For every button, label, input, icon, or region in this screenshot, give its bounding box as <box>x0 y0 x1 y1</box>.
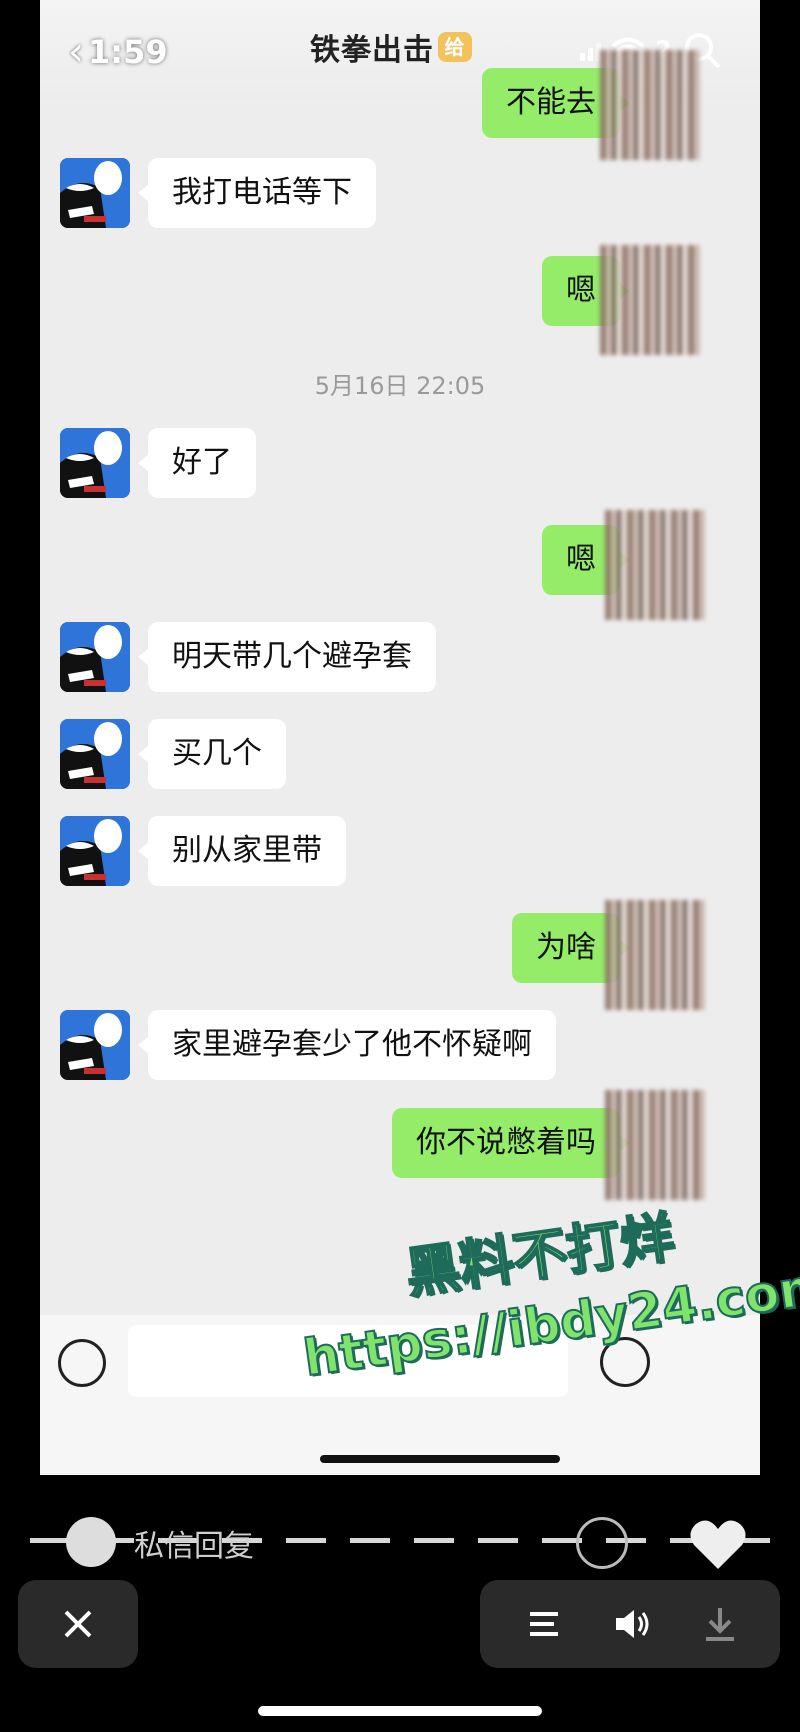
incoming-bubble[interactable]: 家里避孕套少了他不怀疑啊 <box>138 1010 556 1080</box>
cartoon-avatar-icon <box>60 816 130 886</box>
message-row-in: 好了 <box>40 428 760 498</box>
close-icon <box>64 1610 92 1638</box>
contact-avatar[interactable] <box>60 816 130 886</box>
voice-input-icon[interactable] <box>58 1339 106 1387</box>
message-list: 不能去 我打电话等下 嗯 5月16日 22:05 好了 嗯 明天带几个避孕套 买… <box>40 0 760 1315</box>
contact-avatar[interactable] <box>60 719 130 789</box>
message-row-in: 买几个 <box>40 719 760 789</box>
incoming-bubble[interactable]: 别从家里带 <box>138 816 346 886</box>
reply-input[interactable]: 私信回复 <box>134 1521 254 1565</box>
volume-icon[interactable] <box>612 1604 652 1644</box>
reply-bar: 私信回复 <box>40 1495 760 1585</box>
outgoing-bubble[interactable]: 为啥 <box>512 913 630 983</box>
cartoon-avatar-icon <box>60 158 130 228</box>
video-tools <box>480 1580 780 1668</box>
menu-icon[interactable] <box>524 1604 564 1644</box>
blurred-avatar <box>600 50 700 160</box>
contact-avatar[interactable] <box>60 158 130 228</box>
contact-avatar[interactable] <box>60 622 130 692</box>
close-button[interactable] <box>18 1580 138 1668</box>
outgoing-bubble[interactable]: 你不说憋着吗 <box>392 1108 630 1178</box>
contact-avatar[interactable] <box>60 1010 130 1080</box>
camera-icon[interactable] <box>66 1517 116 1567</box>
home-indicator <box>258 1706 542 1716</box>
blurred-avatar <box>600 245 700 355</box>
incoming-bubble[interactable]: 明天带几个避孕套 <box>138 622 436 692</box>
download-icon[interactable] <box>700 1604 740 1644</box>
blurred-avatar <box>605 1090 705 1200</box>
cartoon-avatar-icon <box>60 1010 130 1080</box>
blurred-avatar <box>605 510 705 620</box>
message-row-in: 明天带几个避孕套 <box>40 622 760 692</box>
cartoon-avatar-icon <box>60 622 130 692</box>
message-row-in: 我打电话等下 <box>40 158 760 228</box>
message-row-in: 家里避孕套少了他不怀疑啊 <box>40 1010 760 1080</box>
blurred-avatar <box>605 900 705 1010</box>
incoming-bubble[interactable]: 好了 <box>138 428 256 498</box>
heart-icon[interactable] <box>688 1517 748 1571</box>
cartoon-avatar-icon <box>60 428 130 498</box>
timestamp: 5月16日 22:05 <box>314 372 486 400</box>
contact-avatar[interactable] <box>60 428 130 498</box>
home-indicator-recorded <box>320 1455 560 1463</box>
message-row-in: 别从家里带 <box>40 816 760 886</box>
incoming-bubble[interactable]: 我打电话等下 <box>138 158 376 228</box>
cartoon-avatar-icon <box>60 719 130 789</box>
incoming-bubble[interactable]: 买几个 <box>138 719 286 789</box>
emoji-icon[interactable] <box>576 1517 628 1569</box>
